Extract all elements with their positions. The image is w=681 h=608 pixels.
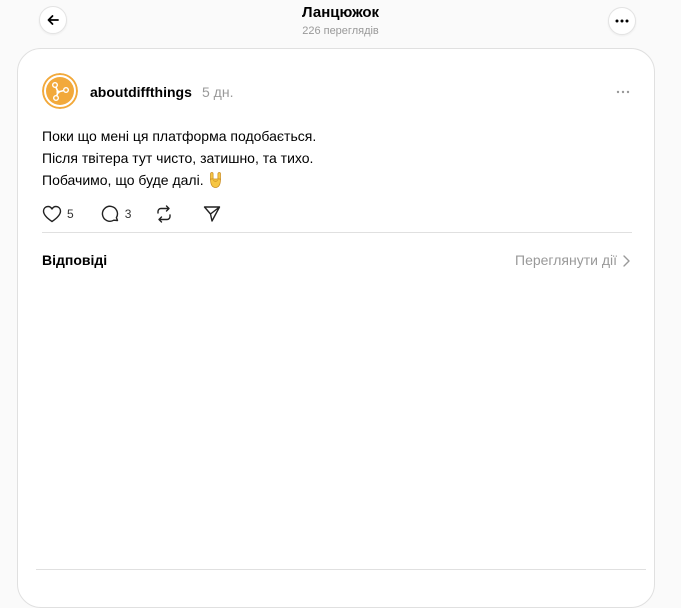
comment-button[interactable]: 3	[101, 204, 132, 224]
post-text-line: Поки що мені ця платформа подобається.	[42, 128, 317, 144]
share-button[interactable]	[203, 204, 221, 224]
post-text-line: Побачимо, що буде далі.	[42, 172, 204, 188]
post-text: Поки що мені ця платформа подобається. П…	[42, 125, 632, 191]
repost-button[interactable]	[155, 204, 173, 224]
post-text-line: Після твітера тут чисто, затишно, та тих…	[42, 150, 314, 166]
post-more-button[interactable]	[614, 83, 632, 101]
more-horizontal-icon	[616, 90, 630, 94]
thread-card: aboutdiffthings 5 дн. Поки що мені ця пл…	[17, 48, 655, 608]
page-title: Ланцюжок	[301, 4, 380, 21]
header-title-group: Ланцюжок 226 переглядів	[0, 4, 681, 38]
view-activity-label: Переглянути дії	[515, 252, 617, 268]
rock-hand-emoji-icon	[210, 172, 222, 188]
comment-bubble-icon	[101, 205, 118, 222]
view-count: 226 переглядів	[302, 25, 379, 37]
like-count: 5	[67, 207, 74, 221]
like-button[interactable]: 5	[42, 204, 74, 224]
avatar[interactable]	[42, 73, 78, 109]
post-actions: 5 3	[42, 204, 221, 224]
repost-icon	[157, 205, 172, 223]
chevron-right-icon	[623, 254, 630, 267]
replies-heading: Відповіді	[42, 252, 108, 268]
post-text-line-last: Побачимо, що буде далі.	[42, 169, 632, 191]
heart-icon	[42, 205, 62, 223]
view-activity-link[interactable]: Переглянути дії	[515, 252, 630, 269]
send-icon	[204, 206, 221, 222]
username[interactable]: aboutdiffthings	[90, 84, 192, 101]
more-horizontal-icon	[615, 19, 629, 23]
comment-count: 3	[124, 207, 132, 221]
top-bar: Ланцюжок 226 переглядів	[0, 0, 681, 48]
more-options-button[interactable]	[608, 7, 636, 35]
section-divider	[42, 232, 632, 233]
bottom-divider	[36, 569, 646, 580]
post-time[interactable]: 5 дн.	[202, 84, 233, 101]
